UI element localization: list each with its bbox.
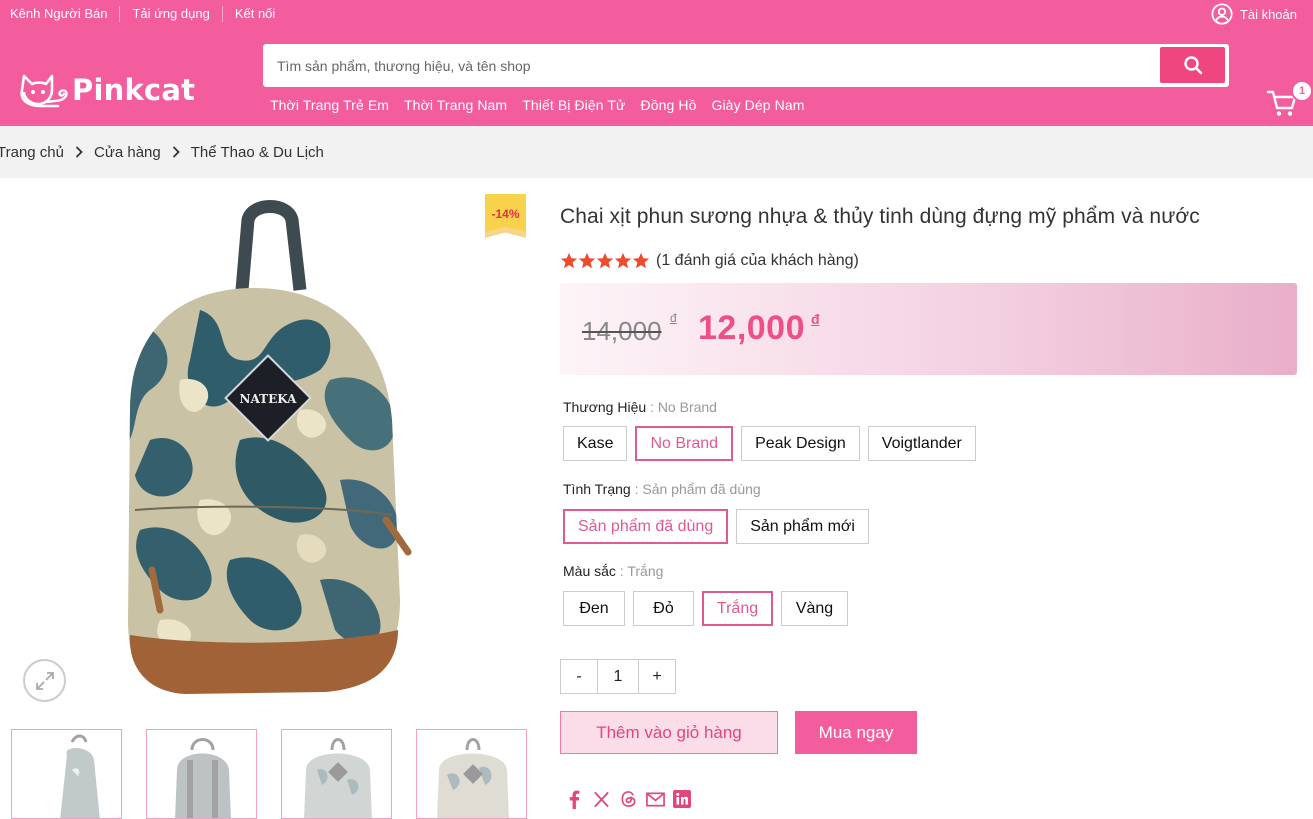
color-selected-value: : Trắng <box>619 563 664 579</box>
account-label: Tài khoản <box>1239 6 1297 22</box>
brand-label-text: Thương Hiệu <box>563 399 647 415</box>
brand-selected-value: : No Brand <box>650 399 717 415</box>
condition-label: Tình Trạng : Sản phẩm đã dùng <box>563 481 761 497</box>
rating-stars <box>560 252 650 270</box>
color-options: Đen Đỏ Trắng Vàng <box>563 591 856 626</box>
brand-option-kase[interactable]: Kase <box>563 426 628 461</box>
review-count-link[interactable]: (1 đánh giá của khách hàng) <box>656 252 859 270</box>
breadcrumb-category[interactable]: Thể Thao & Du Lịch <box>191 144 324 161</box>
quantity-decrease-button[interactable]: - <box>561 660 597 693</box>
old-price: 14,000 <box>582 316 662 346</box>
thumbnail-4[interactable] <box>416 729 527 819</box>
zoom-button[interactable] <box>23 659 66 702</box>
threads-icon[interactable] <box>618 789 638 809</box>
cat-logo-icon <box>20 74 68 108</box>
bag-brand-label: NATEKA <box>240 392 298 406</box>
condition-option-used[interactable]: Sản phẩm đã dùng <box>563 509 729 544</box>
category-nav: Thời Trang Trẻ Em Thời Trang Nam Thiết B… <box>270 97 820 113</box>
search-icon <box>1183 56 1202 75</box>
brand-options: Kase No Brand Peak Design Voigtlander <box>563 426 984 461</box>
star-icon <box>596 252 614 269</box>
brand-option-peak-design[interactable]: Peak Design <box>741 426 860 461</box>
top-link-app[interactable]: Tải ứng dụng <box>119 6 221 22</box>
sale-badge: -14% <box>491 207 520 221</box>
top-link-seller[interactable]: Kênh Người Bán <box>10 6 119 22</box>
breadcrumb: Trang chủ Cửa hàng Thể Thao & Du Lịch <box>0 126 1313 178</box>
category-watches[interactable]: Đồng Hồ <box>641 97 697 113</box>
condition-options: Sản phẩm đã dùng Sản phẩm mới <box>563 509 877 544</box>
category-mens-fashion[interactable]: Thời Trang Nam <box>404 97 507 113</box>
top-links: Kênh Người Bán Tải ứng dụng Kết nối <box>10 6 287 22</box>
sale-price: 12,000 <box>698 309 805 347</box>
condition-selected-value: : Sản phẩm đã dùng <box>634 481 761 497</box>
condition-label-text: Tình Trạng <box>563 481 631 497</box>
site-header: Kênh Người Bán Tải ứng dụng Kết nối Tài … <box>0 0 1313 126</box>
breadcrumb-home[interactable]: Trang chủ <box>0 144 64 161</box>
category-mens-shoes[interactable]: Giày Dép Nam <box>711 97 804 113</box>
thumbnail-1[interactable] <box>11 729 122 819</box>
x-icon[interactable] <box>591 789 611 809</box>
account-link[interactable]: Tài khoản <box>1211 3 1297 25</box>
category-kids-fashion[interactable]: Thời Trang Trẻ Em <box>270 97 389 113</box>
expand-icon <box>35 671 54 690</box>
product-rating: (1 đánh giá của khách hàng) <box>560 252 859 270</box>
search-input[interactable] <box>277 44 1147 87</box>
color-option-yellow[interactable]: Vàng <box>781 591 848 626</box>
search-button[interactable] <box>1160 47 1225 83</box>
color-option-black[interactable]: Đen <box>563 591 625 626</box>
email-icon[interactable] <box>645 789 665 809</box>
category-electronics[interactable]: Thiết Bị Điện Tử <box>522 97 625 113</box>
star-icon <box>632 252 650 269</box>
star-icon <box>614 252 632 269</box>
price-box: 14,000 đ 12,000 đ <box>560 283 1297 375</box>
logo-text: Pinkcat <box>72 73 196 107</box>
quantity-increase-button[interactable]: + <box>639 660 675 693</box>
brand-option-no-brand[interactable]: No Brand <box>635 426 734 461</box>
color-label: Màu sắc : Trắng <box>563 563 663 579</box>
color-option-white[interactable]: Trắng <box>702 591 773 626</box>
star-icon <box>578 252 596 269</box>
product-title: Chai xịt phun sương nhựa & thủy tinh dùn… <box>560 205 1200 228</box>
facebook-icon[interactable] <box>564 789 584 809</box>
quantity-input[interactable]: 1 <box>597 660 639 693</box>
share-icons <box>564 789 699 809</box>
buy-now-button[interactable]: Mua ngay <box>795 711 917 754</box>
thumbnail-2[interactable] <box>146 729 257 819</box>
cart-count-badge: 1 <box>1291 80 1313 102</box>
thumbnail-3[interactable] <box>281 729 392 819</box>
chevron-right-icon <box>161 146 191 158</box>
user-icon <box>1211 3 1233 25</box>
color-label-text: Màu sắc <box>563 563 616 579</box>
brand-label: Thương Hiệu : No Brand <box>563 399 717 415</box>
search-bar <box>263 44 1229 87</box>
brand-option-voigtlander[interactable]: Voigtlander <box>867 426 976 461</box>
product-main-image[interactable]: NATEKA <box>0 180 540 720</box>
add-to-cart-button[interactable]: Thêm vào giỏ hàng <box>560 711 778 754</box>
old-price-currency: đ <box>670 311 677 325</box>
top-link-connect[interactable]: Kết nối <box>221 6 287 22</box>
color-option-red[interactable]: Đỏ <box>633 591 694 626</box>
chevron-right-icon <box>64 146 94 158</box>
quantity-stepper: - 1 + <box>560 659 676 694</box>
linkedin-icon[interactable] <box>672 789 692 809</box>
star-icon <box>560 252 578 269</box>
site-logo[interactable]: Pinkcat <box>18 70 195 110</box>
condition-option-new[interactable]: Sản phẩm mới <box>736 509 869 544</box>
thumbnail-strip <box>11 729 551 819</box>
breadcrumb-shop[interactable]: Cửa hàng <box>94 144 161 161</box>
sale-price-currency: đ <box>811 311 820 327</box>
